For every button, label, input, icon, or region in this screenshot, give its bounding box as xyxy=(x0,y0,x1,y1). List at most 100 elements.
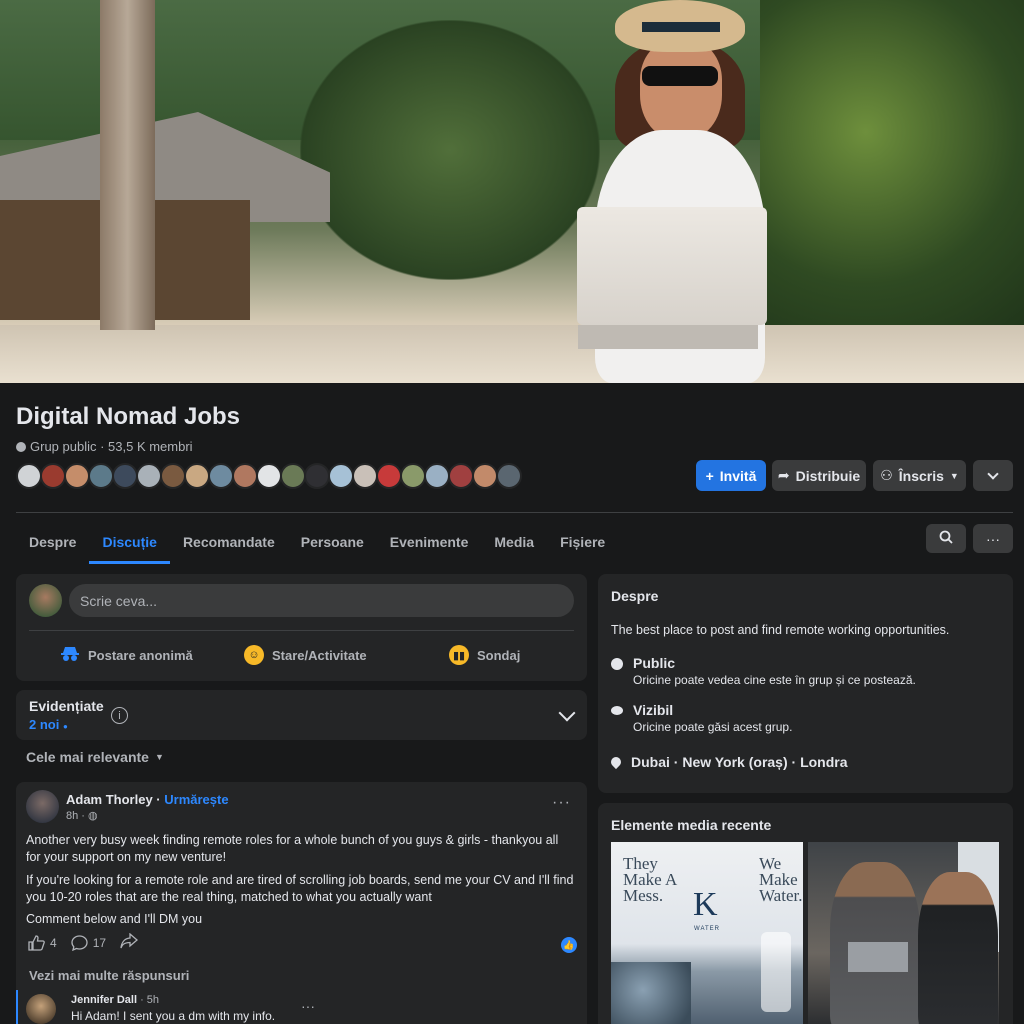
post-author: Adam Thorley · Urmărește xyxy=(66,792,229,807)
media-thumbnail-water-ad[interactable]: They Make A Mess. We Make Water. K WATER xyxy=(611,842,803,1024)
post-author-name[interactable]: Adam Thorley xyxy=(66,792,153,807)
member-avatar[interactable] xyxy=(448,463,474,489)
member-avatar[interactable] xyxy=(400,463,426,489)
info-icon[interactable]: i xyxy=(111,707,128,724)
view-more-replies-link[interactable]: Vezi mai multe răspunsuri xyxy=(29,968,189,983)
reply-author-name[interactable]: Jennifer Dall xyxy=(71,994,137,1006)
tabs-more-button[interactable]: ··· xyxy=(973,524,1013,553)
user-avatar[interactable] xyxy=(29,584,62,617)
post-composer: Scrie ceva... Postare anonimă ☺ Stare/Ac… xyxy=(16,574,587,681)
joined-button[interactable]: ⚇ Înscris ▼ xyxy=(873,460,966,491)
post-options-button[interactable]: ··· xyxy=(552,794,571,812)
public-title: Public xyxy=(633,655,676,671)
tab-3[interactable]: Persoane xyxy=(288,520,377,564)
joined-label: Înscris xyxy=(898,467,944,484)
member-avatar[interactable] xyxy=(184,463,210,489)
globe-icon xyxy=(16,441,26,452)
member-avatar[interactable] xyxy=(88,463,114,489)
more-dots-icon: ··· xyxy=(986,530,1000,547)
highlights-new-count: 2 noi ● xyxy=(29,717,68,732)
location-list[interactable]: Dubai · New York (oraș) · Londra xyxy=(631,754,848,770)
post-card: Adam Thorley · Urmărește 8h · ◍ ··· Anot… xyxy=(16,782,587,1024)
highlights-title: Evidențiate xyxy=(29,698,104,714)
group-title[interactable]: Digital Nomad Jobs xyxy=(16,403,240,431)
member-avatars[interactable] xyxy=(16,463,522,489)
cover-photo[interactable] xyxy=(0,0,1024,383)
about-title: Despre xyxy=(611,588,659,604)
post-timestamp[interactable]: 8h · ◍ xyxy=(66,809,98,822)
comment-button[interactable]: 17 xyxy=(71,934,106,951)
member-avatar[interactable] xyxy=(328,463,354,489)
post-author-avatar[interactable] xyxy=(26,790,59,823)
share-arrow-icon: ➦ xyxy=(777,467,790,483)
chevron-down-icon xyxy=(987,467,999,480)
search-button[interactable] xyxy=(926,524,966,553)
poll-button[interactable]: ▮▮ Sondaj xyxy=(449,642,520,668)
globe-icon xyxy=(611,658,623,670)
member-avatar[interactable] xyxy=(208,463,234,489)
tab-6[interactable]: Fișiere xyxy=(547,520,618,564)
write-post-input[interactable]: Scrie ceva... xyxy=(69,584,574,617)
member-avatar[interactable] xyxy=(136,463,162,489)
member-avatar[interactable] xyxy=(376,463,402,489)
brand-logo: K xyxy=(693,886,718,923)
tab-1[interactable]: Discuție xyxy=(89,520,171,564)
cover-foliage xyxy=(300,20,600,280)
member-avatar[interactable] xyxy=(352,463,378,489)
status-activity-button[interactable]: ☺ Stare/Activitate xyxy=(244,642,367,668)
member-avatar[interactable] xyxy=(472,463,498,489)
member-avatar[interactable] xyxy=(232,463,258,489)
anonymous-post-button[interactable]: Postare anonimă xyxy=(60,642,193,668)
member-avatar[interactable] xyxy=(16,463,42,489)
group-privacy-members: Grup public · 53,5 K membri xyxy=(30,439,193,454)
cover-jungle xyxy=(760,0,1024,330)
location-pin-icon xyxy=(608,754,624,770)
status-activity-label: Stare/Activitate xyxy=(272,647,367,663)
member-avatar[interactable] xyxy=(112,463,138,489)
member-avatar[interactable] xyxy=(304,463,330,489)
member-avatar[interactable] xyxy=(256,463,282,489)
chevron-down-icon[interactable] xyxy=(558,704,576,722)
likes-count: 4 xyxy=(50,935,57,950)
incognito-icon xyxy=(60,645,80,666)
highlights-panel[interactable]: Evidențiate 2 noi ● i xyxy=(16,690,587,740)
reply-indicator xyxy=(16,990,18,1024)
media-thumbnail-men-laptop[interactable] xyxy=(808,842,999,1024)
visible-subtitle: Oricine poate găsi acest grup. xyxy=(633,720,793,734)
reply-timestamp[interactable]: · 5h xyxy=(137,994,159,1006)
sort-dropdown[interactable]: Cele mai relevante ▼ xyxy=(26,749,164,765)
invite-button[interactable]: + Invită xyxy=(696,460,766,491)
reply-options-button[interactable]: ··· xyxy=(301,998,315,1014)
member-avatar[interactable] xyxy=(160,463,186,489)
share-post-button[interactable] xyxy=(120,932,139,952)
member-avatar[interactable] xyxy=(40,463,66,489)
header-more-button[interactable] xyxy=(973,460,1013,491)
member-avatar[interactable] xyxy=(280,463,306,489)
about-visible-row: Vizibil Oricine poate găsi acest grup. xyxy=(611,702,792,734)
reply-author-avatar[interactable] xyxy=(26,994,56,1024)
post-paragraph-3: Comment below and I'll DM you xyxy=(26,912,203,926)
public-subtitle: Oricine poate vedea cine este în grup și… xyxy=(633,673,916,687)
bottle-image xyxy=(761,932,791,1012)
share-button[interactable]: ➦ Distribuie xyxy=(772,460,866,491)
member-avatar[interactable] xyxy=(64,463,90,489)
caret-down-icon: ▼ xyxy=(154,752,164,762)
follow-link[interactable]: Urmărește xyxy=(164,792,228,807)
poll-icon: ▮▮ xyxy=(449,645,469,665)
tab-0[interactable]: Despre xyxy=(16,520,89,564)
tab-5[interactable]: Media xyxy=(481,520,547,564)
member-avatar[interactable] xyxy=(424,463,450,489)
tab-4[interactable]: Evenimente xyxy=(377,520,482,564)
ad-text-right: We Make Water. xyxy=(759,854,803,905)
visible-title: Vizibil xyxy=(633,702,674,718)
like-button[interactable]: 4 xyxy=(28,934,57,951)
rocks-image xyxy=(611,962,691,1024)
invite-label: Invită xyxy=(719,467,757,484)
smiley-icon: ☺ xyxy=(244,645,264,665)
recent-media-title: Elemente media recente xyxy=(611,817,772,833)
search-icon xyxy=(939,530,953,547)
plus-icon: + xyxy=(705,467,714,484)
tab-2[interactable]: Recomandate xyxy=(170,520,288,564)
member-avatar[interactable] xyxy=(496,463,522,489)
like-reaction-badge[interactable]: 👍 xyxy=(561,937,577,953)
